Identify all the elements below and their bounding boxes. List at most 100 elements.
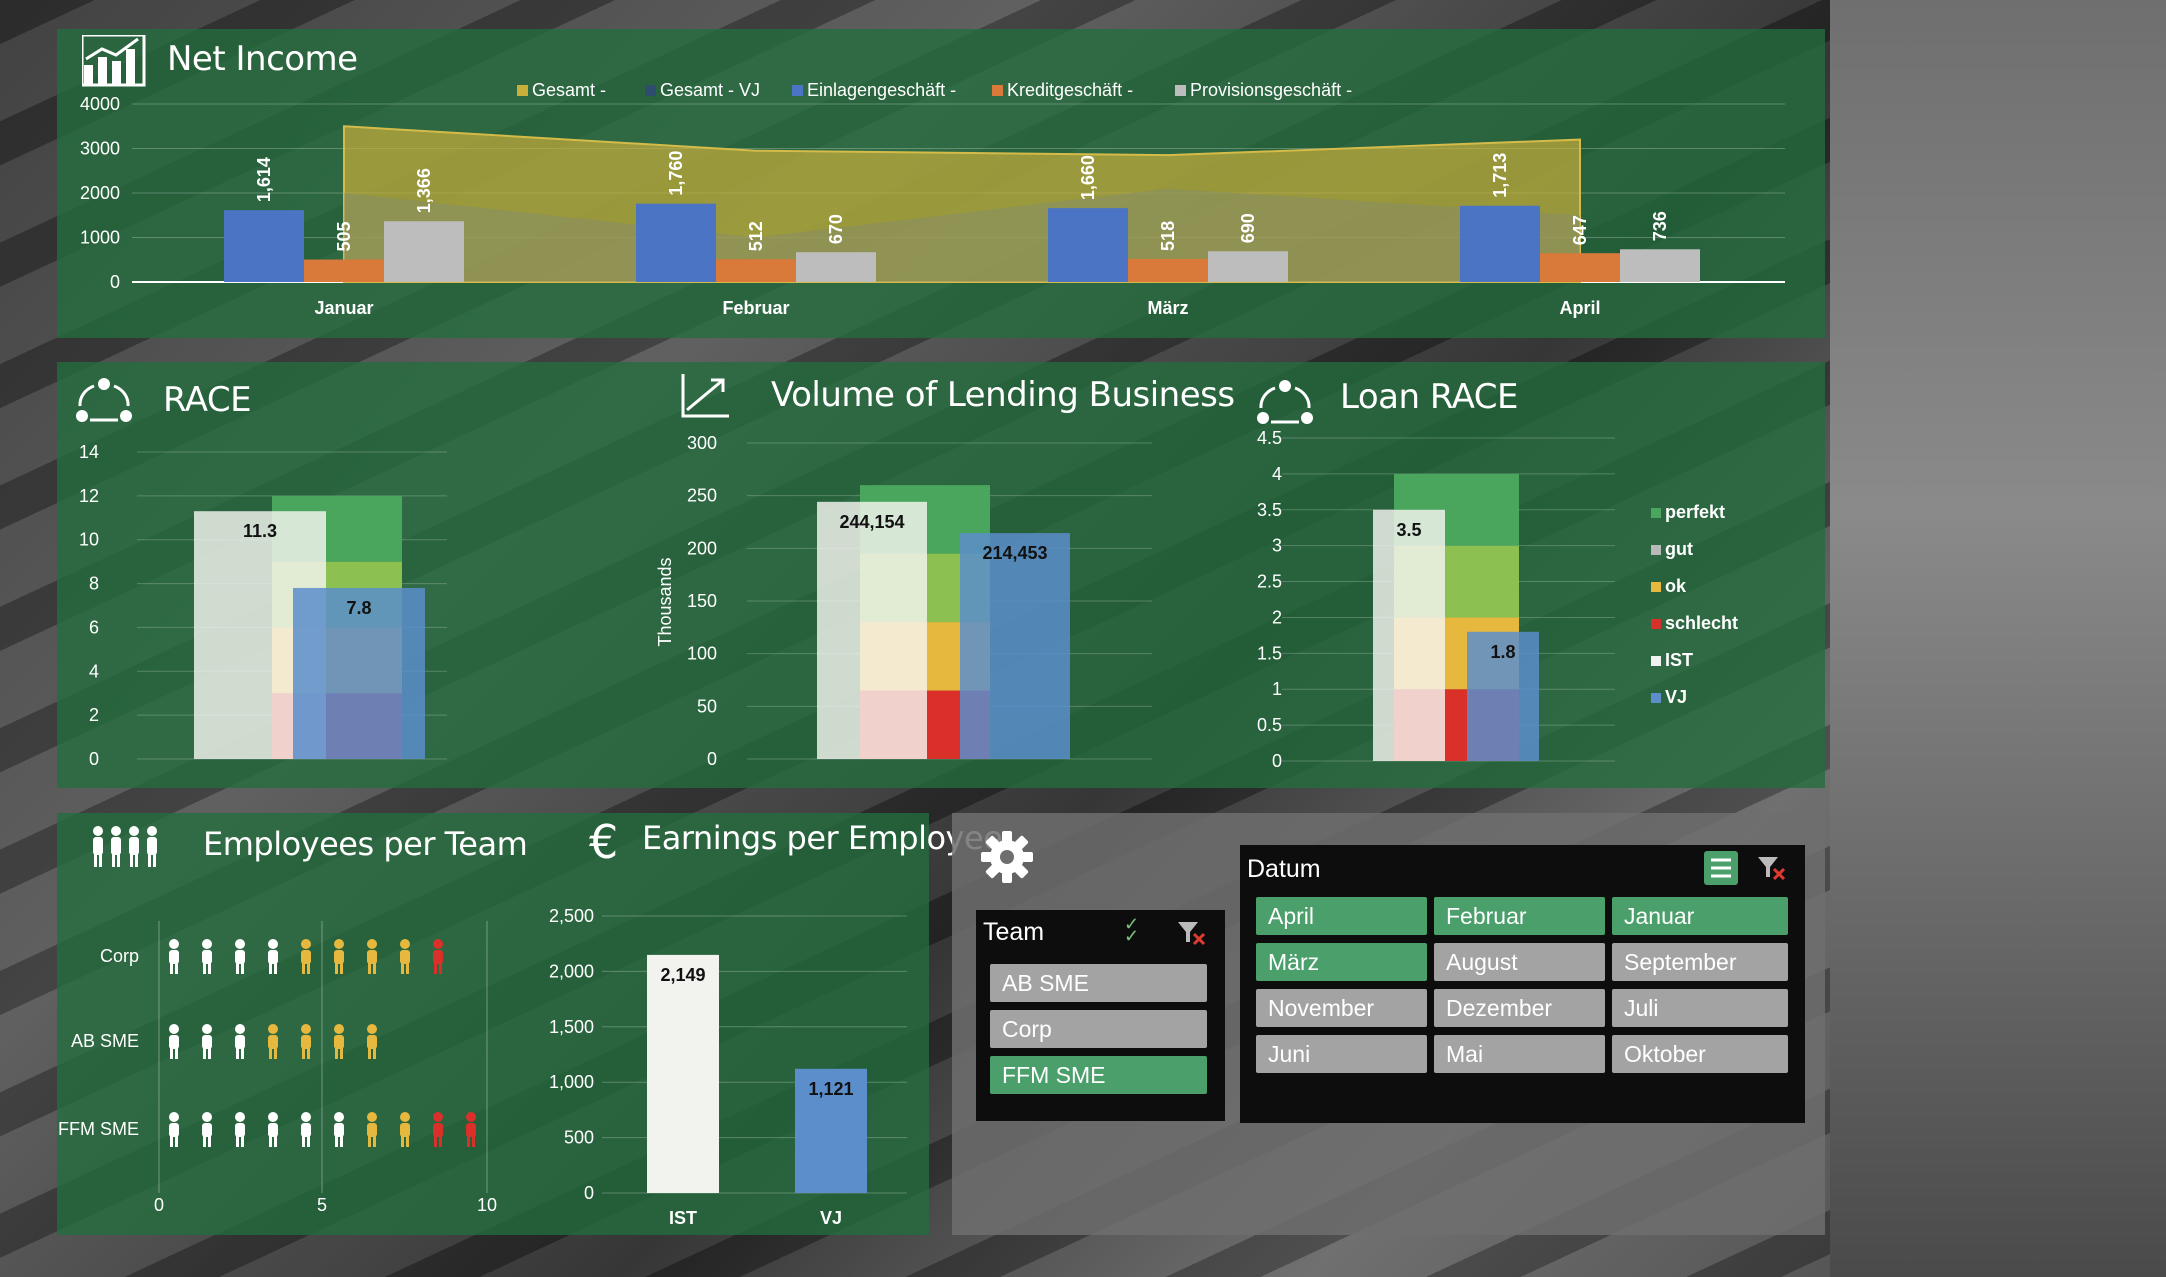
x-tick-label: 5 [317,1195,327,1215]
y-tick-label: 3 [1272,536,1282,556]
earnings-category-label: IST [669,1208,697,1228]
kredit-bar [1540,253,1620,282]
month-label: Januar [314,298,373,318]
employee-person [334,1112,344,1147]
bar-value-label: 647 [1570,215,1590,245]
multi-select-icon[interactable]: ✓ ✓ [1124,915,1139,945]
employee-person [334,939,344,974]
bar-value-label: 512 [746,221,766,251]
employee-person [169,1024,179,1059]
clear-filter-icon-datum[interactable] [1756,855,1786,881]
legend-swatch [1651,619,1661,629]
datum-item-juli[interactable]: Juli [1612,989,1788,1027]
provision-bar [384,221,464,282]
employee-person [235,939,245,974]
race-panel: RACE Volume of Lending Business Loan RAC… [57,362,1825,788]
settings-panel: Team ✓ ✓ AB SME Corp FFM SME Datum April … [952,813,1825,1235]
y-tick-label: 0 [1272,751,1282,771]
y-tick-label: 0.5 [1257,715,1282,735]
race-charts: 1412108642011.37.8300250200150100500244,… [79,428,1738,771]
y-tick-label: 1 [1272,679,1282,699]
month-label: Februar [722,298,789,318]
employees-earnings-charts: 0 5 10 Corp AB SME FFM SME 2,500 2,000 1,500 1,00… [58,906,907,1228]
y-tick-label: 2 [1272,607,1282,627]
bar-value-label: 1,614 [254,157,274,202]
background-photo-right [1830,0,2166,1277]
y-tick-label: 2,500 [549,906,594,926]
bar-value-label: 505 [334,221,354,251]
x-tick-label: 0 [154,1195,164,1215]
datum-item-juni[interactable]: Juni [1256,1035,1427,1073]
y-tick-label: 6 [89,617,99,637]
legend-swatch [1651,582,1661,592]
employee-person [433,1112,443,1147]
einlagen-bar [1048,208,1128,282]
employee-person [301,1024,311,1059]
datum-item-august[interactable]: August [1434,943,1605,981]
provision-bar [796,252,876,282]
datum-item-april[interactable]: April [1256,897,1427,935]
bar-value-label: 736 [1650,211,1670,241]
earnings-value-label: 1,121 [808,1079,853,1099]
legend-label: schlecht [1665,613,1738,633]
team-item-ffm-sme[interactable]: FFM SME [990,1056,1207,1094]
y-tick-label: 200 [687,538,717,558]
y-tick-label: 12 [79,486,99,506]
team-label: FFM SME [58,1119,139,1139]
legend-label: perfekt [1665,502,1725,522]
employee-person [367,1112,377,1147]
employee-person [301,939,311,974]
datum-item-januar[interactable]: Januar [1612,897,1788,935]
employee-person [235,1112,245,1147]
legend-label: Kreditgeschäft - [1007,80,1133,100]
team-slicer-header: Team [983,918,1045,946]
ist-bar [1373,509,1445,761]
legend-label: VJ [1665,687,1687,707]
employee-person [367,1024,377,1059]
ist-value-label: 3.5 [1396,520,1421,540]
datum-item-februar[interactable]: Februar [1434,897,1605,935]
team-label: AB SME [71,1031,139,1051]
datum-item-oktober[interactable]: Oktober [1612,1035,1788,1073]
vj-bar [960,533,1070,759]
datum-slicer: Datum April Februar Januar März August S… [1240,845,1805,1123]
month-label: April [1559,298,1600,318]
legend-label: ok [1665,576,1687,596]
y-tick-label: 1.5 [1257,643,1282,663]
legend-swatch [1651,545,1661,555]
net-income-chart: 4000 3000 2000 1000 0 Gesamt - Gesamt - VJ Einl… [80,80,1785,318]
month-label: März [1147,298,1188,318]
employee-person [268,1024,278,1059]
team-label: Corp [100,946,139,966]
earnings-category-label: VJ [820,1208,842,1228]
y-tick-label: 0 [707,749,717,769]
datum-item-november[interactable]: November [1256,989,1427,1027]
employee-person [433,939,443,974]
employee-person [235,1024,245,1059]
einlagen-bar [636,203,716,282]
y-tick-label: 10 [79,530,99,550]
gear-icon[interactable] [979,829,1035,885]
team-item-corp[interactable]: Corp [990,1010,1207,1048]
bar-value-label: 670 [826,214,846,244]
y-tick-label: 2,000 [549,961,594,981]
y-tick-label: 1,000 [549,1072,594,1092]
datum-item-september[interactable]: September [1612,943,1788,981]
employee-person [202,939,212,974]
datum-item-mai[interactable]: Mai [1434,1035,1605,1073]
y-tick-label: 0 [110,272,120,292]
ist-value-label: 11.3 [243,521,277,541]
y-tick-label: 1000 [80,228,120,248]
multi-select-list-icon[interactable] [1704,851,1738,885]
datum-item-maerz[interactable]: März [1256,943,1427,981]
earnings-bar [647,954,719,1193]
clear-filter-icon[interactable] [1176,920,1206,946]
datum-item-dezember[interactable]: Dezember [1434,989,1605,1027]
net-income-panel: Net Income 4000 3000 2000 1000 0 Gesamt - Gesa… [57,29,1825,338]
legend-swatch [517,85,528,96]
team-item-ab-sme[interactable]: AB SME [990,964,1207,1002]
y-axis-label: Thousands [655,557,675,646]
ist-bar [817,501,927,759]
legend-label: Gesamt - VJ [660,80,760,100]
legend-swatch [1651,693,1661,703]
